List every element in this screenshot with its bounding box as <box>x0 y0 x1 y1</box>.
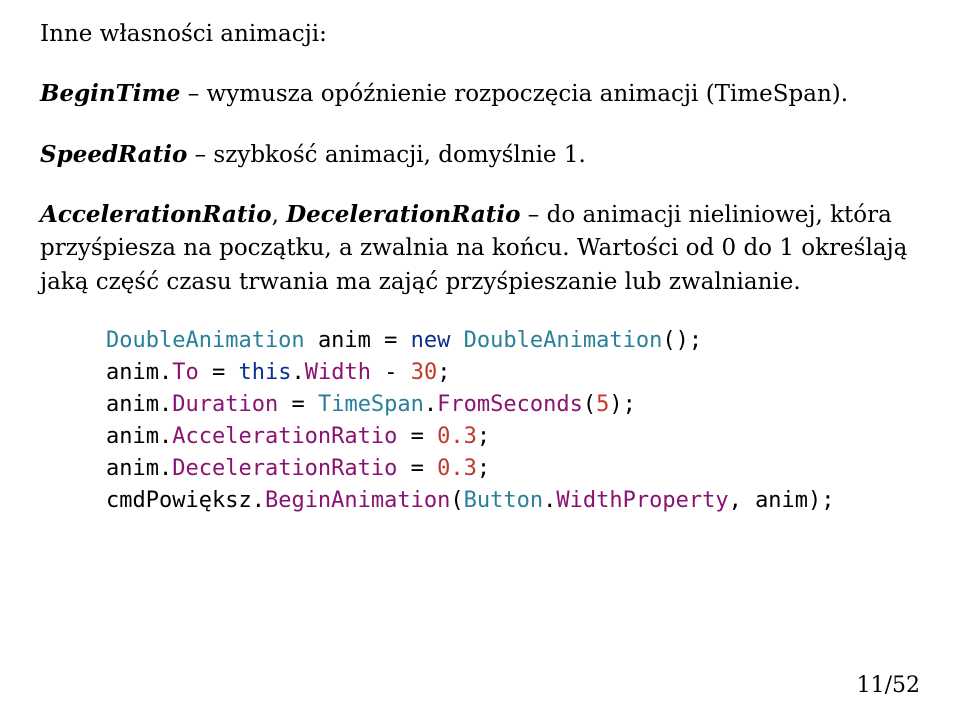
document-page: Inne własności animacji: BeginTime – wym… <box>0 0 960 714</box>
code-text: ( <box>662 328 675 353</box>
code-var: cmdPowiększ <box>106 488 252 513</box>
property-name-speedratio: SpeedRatio <box>40 141 187 168</box>
code-text: ; <box>623 392 636 417</box>
code-text: - <box>371 360 411 385</box>
code-member: AccelerationRatio <box>172 424 397 449</box>
separator: , <box>272 202 287 228</box>
code-text: ( <box>583 392 596 417</box>
code-number: 0.3 <box>437 424 477 449</box>
code-member: Duration <box>172 392 278 417</box>
page-number: 11/52 <box>857 670 920 702</box>
code-member: DecelerationRatio <box>172 456 397 481</box>
code-member: To <box>172 360 199 385</box>
code-var: anim <box>318 328 371 353</box>
code-text: ) <box>609 392 622 417</box>
code-text: = <box>199 360 239 385</box>
code-text: . <box>159 360 172 385</box>
code-type: DoubleAnimation <box>106 328 305 353</box>
paragraph-text: – szybkość animacji, domyślnie 1. <box>187 142 586 168</box>
paragraph-speedratio: SpeedRatio – szybkość animacji, domyślni… <box>40 138 920 172</box>
code-block: DoubleAnimation anim = new DoubleAnimati… <box>106 325 920 516</box>
code-text: = <box>278 392 318 417</box>
code-number: 5 <box>596 392 609 417</box>
code-member: FromSeconds <box>437 392 583 417</box>
code-text: ) <box>676 328 689 353</box>
code-text: ; <box>477 424 490 449</box>
code-member: BeginAnimation <box>265 488 450 513</box>
code-text: = <box>371 328 411 353</box>
code-text: , <box>729 488 756 513</box>
code-text: ; <box>477 456 490 481</box>
code-type: Button <box>464 488 543 513</box>
section-heading: Inne własności animacji: <box>40 18 920 51</box>
property-name-begintime: BeginTime <box>40 80 180 107</box>
code-text: . <box>252 488 265 513</box>
code-var: anim <box>106 424 159 449</box>
code-text: = <box>397 424 437 449</box>
code-member: WidthProperty <box>556 488 728 513</box>
property-name-accelerationratio: AccelerationRatio <box>40 201 272 228</box>
code-text: . <box>159 392 172 417</box>
code-text: . <box>159 424 172 449</box>
code-var: anim <box>106 456 159 481</box>
code-text: . <box>291 360 304 385</box>
code-var: anim <box>106 360 159 385</box>
code-text: = <box>397 456 437 481</box>
code-text: ; <box>437 360 450 385</box>
code-type: TimeSpan <box>318 392 424 417</box>
code-text: ( <box>450 488 463 513</box>
code-text <box>305 328 318 353</box>
code-member: Width <box>305 360 371 385</box>
property-name-decelerationratio: DecelerationRatio <box>286 201 520 228</box>
code-text: . <box>543 488 556 513</box>
paragraph-accel-decel: AccelerationRatio, DecelerationRatio – d… <box>40 198 920 299</box>
code-text: . <box>159 456 172 481</box>
paragraph-begintime: BeginTime – wymusza opóźnienie rozpoczęc… <box>40 77 920 111</box>
code-keyword-this: this <box>238 360 291 385</box>
code-keyword-new: new <box>411 328 451 353</box>
code-number: 30 <box>411 360 438 385</box>
paragraph-text: – wymusza opóźnienie rozpoczęcia animacj… <box>180 81 848 107</box>
code-text <box>450 328 463 353</box>
code-text: ; <box>689 328 702 353</box>
code-var: anim <box>755 488 808 513</box>
code-type: DoubleAnimation <box>464 328 663 353</box>
code-var: anim <box>106 392 159 417</box>
code-text: . <box>424 392 437 417</box>
code-text: ; <box>821 488 834 513</box>
code-number: 0.3 <box>437 456 477 481</box>
code-text: ) <box>808 488 821 513</box>
